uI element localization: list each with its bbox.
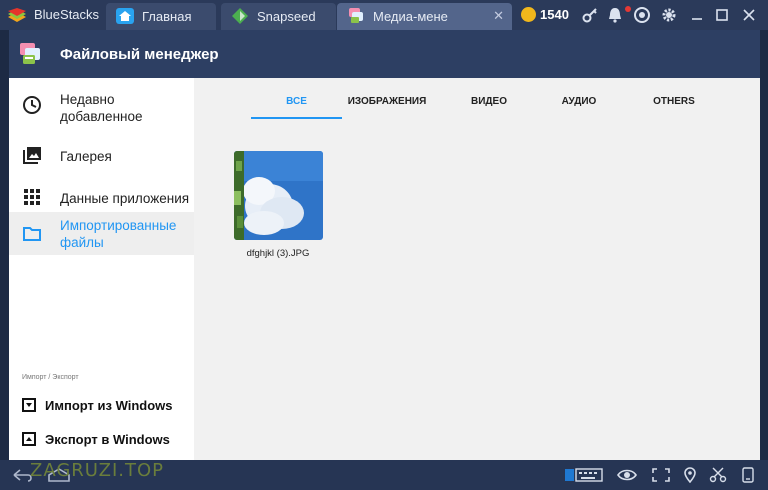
section-label: Импорт / Экспорт — [22, 374, 79, 381]
bell-icon[interactable] — [606, 6, 624, 24]
tab-others[interactable]: OTHERS — [629, 96, 719, 107]
bluestacks-logo-icon — [8, 8, 26, 22]
tab-audio[interactable]: АУДИО — [539, 96, 619, 107]
action-label: Импорт из Windows — [45, 398, 173, 413]
tab-media-manager[interactable]: Медиа-мене ✕ — [337, 3, 512, 30]
import-icon — [22, 398, 36, 412]
snapseed-icon — [232, 8, 248, 24]
tab-label: Медиа-мене — [373, 9, 448, 24]
app-brand: BlueStacks — [34, 7, 100, 22]
file-manager-app: Файловый менеджер Недавно добавленное Га… — [9, 30, 760, 460]
action-label: Экспорт в Windows — [45, 432, 170, 447]
apps-grid-icon — [24, 189, 40, 205]
file-name: dfghjkl (3).JPG — [246, 248, 310, 259]
nav-label: Галерея — [60, 149, 112, 164]
export-to-windows-button[interactable]: Экспорт в Windows — [9, 426, 194, 454]
folder-icon — [23, 227, 41, 241]
nav-item-recent[interactable]: Недавно добавленное — [9, 78, 194, 136]
content-area: ВСЕ ИЗОБРАЖЕНИЯ ВИДЕО АУДИО OTHERS dfghj… — [194, 78, 760, 460]
key-icon[interactable] — [581, 6, 599, 24]
coins-count[interactable]: 1540 — [540, 7, 569, 22]
media-manager-icon — [349, 8, 363, 23]
account-icon[interactable] — [633, 6, 651, 24]
image-thumbnail[interactable] — [234, 151, 323, 240]
fullscreen-icon[interactable] — [651, 467, 671, 483]
nav-item-gallery[interactable]: Галерея — [9, 136, 194, 176]
tab-images[interactable]: ИЗОБРАЖЕНИЯ — [342, 96, 432, 107]
nav-label: Данные приложения — [60, 191, 190, 206]
media-tabs: ВСЕ ИЗОБРАЖЕНИЯ ВИДЕО АУДИО OTHERS — [194, 78, 760, 120]
app-bar: Файловый менеджер — [9, 30, 760, 78]
coin-icon — [521, 7, 536, 22]
minimize-icon[interactable] — [688, 6, 706, 24]
import-from-windows-button[interactable]: Импорт из Windows — [9, 392, 194, 420]
app-title: Файловый менеджер — [60, 46, 219, 63]
notification-dot — [625, 6, 631, 12]
sidebar: Недавно добавленное Галерея Данные прило… — [9, 78, 194, 460]
tab-all[interactable]: ВСЕ — [251, 96, 342, 107]
gear-icon[interactable] — [660, 6, 678, 24]
eye-icon[interactable] — [617, 467, 637, 483]
tab-label: Главная — [142, 9, 192, 24]
tab-home[interactable]: Главная — [106, 3, 216, 30]
nav-label: Импортированные файлы — [60, 218, 177, 250]
media-manager-icon — [20, 43, 40, 64]
watermark: ZAGRUZI.TOP — [30, 460, 165, 481]
active-tab-indicator — [251, 117, 342, 119]
clock-icon — [23, 96, 41, 114]
nav-item-imported[interactable]: Импортированные файлы — [9, 212, 194, 255]
scissors-icon[interactable] — [709, 467, 727, 483]
nav-label: Недавно добавленное — [60, 92, 143, 124]
tab-video[interactable]: ВИДЕО — [449, 96, 529, 107]
home-icon — [116, 8, 134, 24]
window-titlebar: BlueStacks Главная Snapseed Медиа-мене ✕… — [0, 0, 768, 30]
maximize-icon[interactable] — [713, 6, 731, 24]
tab-snapseed[interactable]: Snapseed — [221, 3, 336, 30]
tab-label: Snapseed — [257, 9, 316, 24]
export-icon — [22, 432, 36, 446]
close-icon[interactable] — [740, 6, 758, 24]
gallery-icon — [23, 147, 41, 164]
location-icon[interactable] — [682, 467, 698, 483]
close-tab-icon[interactable]: ✕ — [493, 8, 504, 24]
keyboard-icon[interactable] — [564, 467, 604, 483]
phone-icon[interactable] — [741, 467, 755, 483]
